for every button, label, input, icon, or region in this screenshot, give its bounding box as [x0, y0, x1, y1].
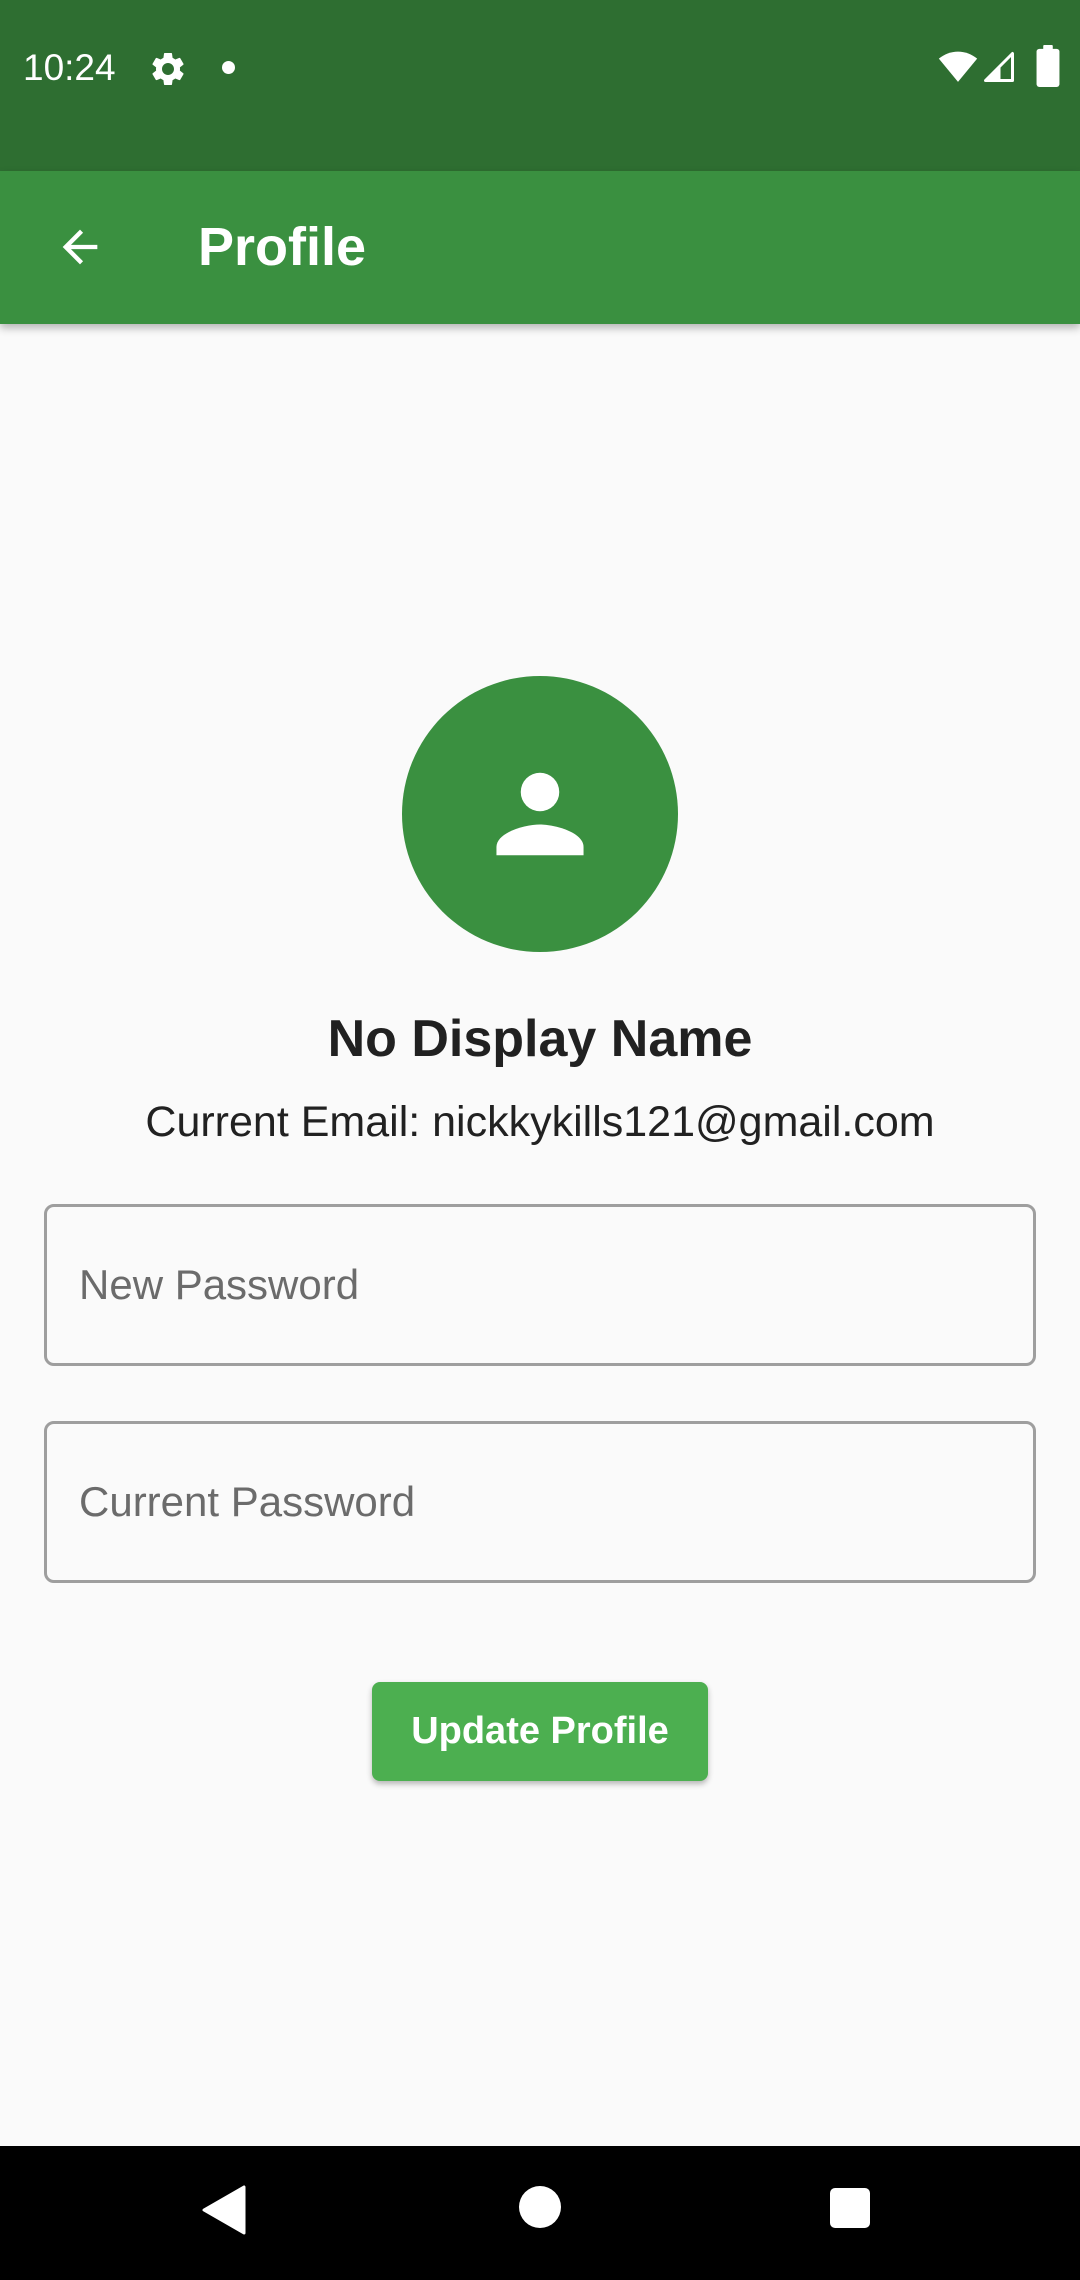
status-bar: 10:24 — [0, 0, 1080, 171]
page-title: Profile — [198, 217, 367, 277]
navigation-bar — [0, 2146, 1080, 2280]
nav-recents-icon[interactable] — [830, 2188, 870, 2228]
nav-back-icon[interactable] — [200, 2184, 248, 2236]
back-button[interactable] — [36, 203, 124, 291]
current-email-text: Current Email: nickkykills121@gmail.com — [145, 1098, 935, 1146]
new-password-field[interactable] — [44, 1204, 1036, 1366]
status-time: 10:24 — [23, 47, 116, 88]
battery-icon — [1036, 45, 1060, 87]
notification-dot-icon — [222, 61, 235, 74]
wifi-icon — [938, 51, 978, 82]
nav-home-icon[interactable] — [519, 2186, 561, 2228]
cell-signal-icon — [984, 52, 1014, 82]
update-profile-button[interactable]: Update Profile — [372, 1682, 708, 1781]
avatar — [402, 676, 678, 952]
current-password-field[interactable] — [44, 1421, 1036, 1583]
settings-icon — [152, 52, 184, 85]
display-name: No Display Name — [327, 1010, 753, 1068]
person-icon — [496, 772, 584, 856]
arrow-back-icon — [62, 229, 98, 265]
app-bar: Profile — [0, 171, 1080, 324]
